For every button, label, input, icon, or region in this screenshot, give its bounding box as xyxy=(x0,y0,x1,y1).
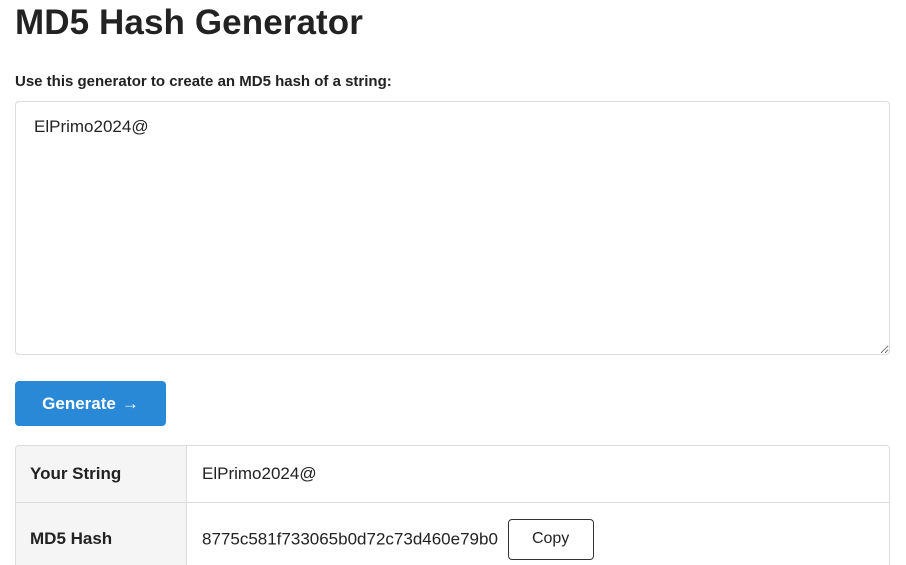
md5-hash-value: 8775c581f733065b0d72c73d460e79b0 xyxy=(202,529,498,548)
string-input[interactable] xyxy=(15,101,890,355)
page: MD5 Hash Generator Use this generator to… xyxy=(0,0,906,565)
copy-button[interactable]: Copy xyxy=(507,518,594,560)
table-row: MD5 Hash 8775c581f733065b0d72c73d460e79b… xyxy=(16,503,889,565)
md5-hash-label: MD5 Hash xyxy=(16,503,187,565)
page-title: MD5 Hash Generator xyxy=(15,3,364,42)
result-table: Your String ElPrimo2024@ MD5 Hash 8775c5… xyxy=(15,445,890,565)
generate-button-label: Generate xyxy=(42,393,116,413)
your-string-value: ElPrimo2024@ xyxy=(187,446,889,503)
input-label: Use this generator to create an MD5 hash… xyxy=(15,73,392,90)
your-string-label: Your String xyxy=(16,446,187,503)
table-row: Your String ElPrimo2024@ xyxy=(16,446,889,503)
generate-button[interactable]: Generate → xyxy=(15,381,166,426)
arrow-right-icon: → xyxy=(121,393,139,413)
md5-hash-cell: 8775c581f733065b0d72c73d460e79b0 Copy xyxy=(187,503,889,565)
